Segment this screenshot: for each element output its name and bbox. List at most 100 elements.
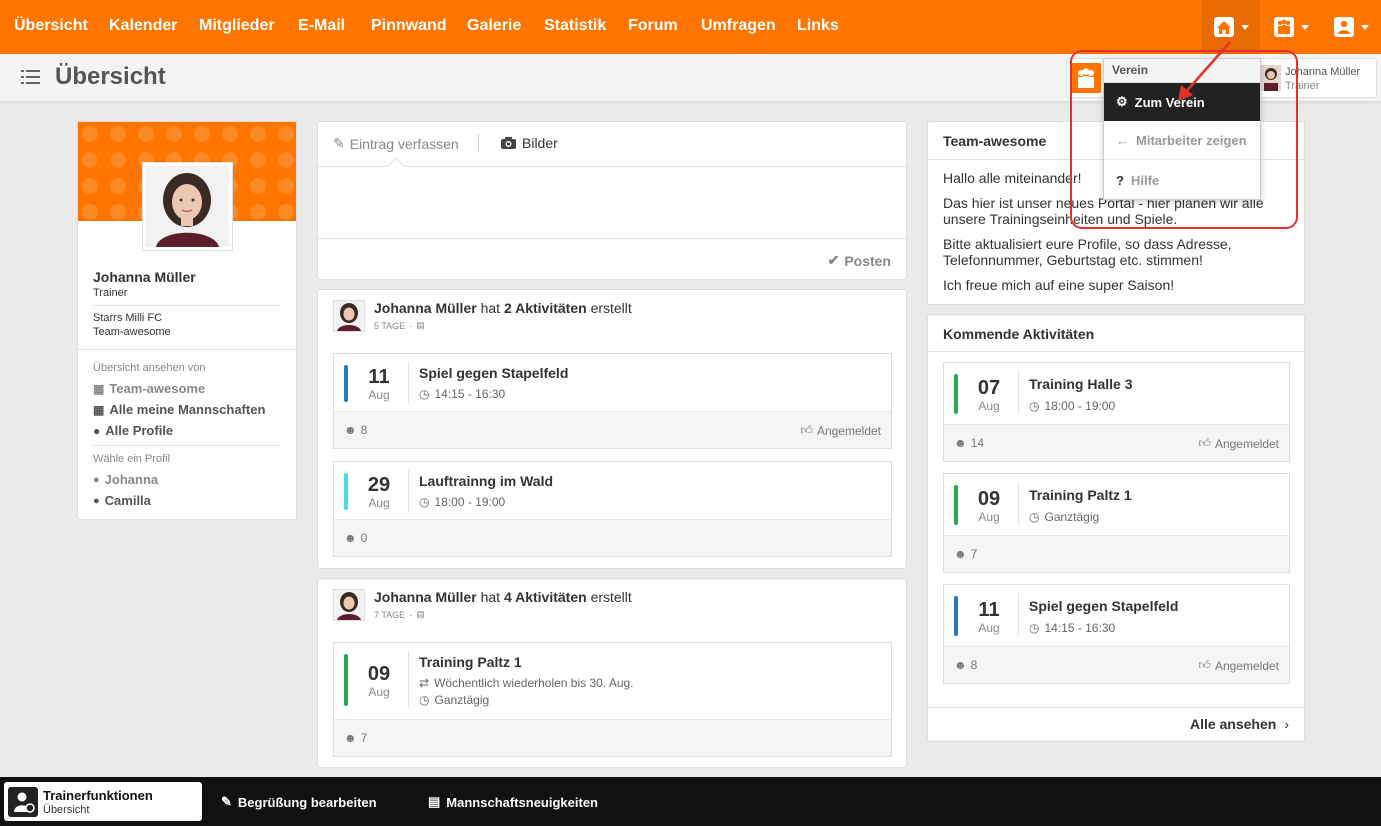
calendar-icon: ▤ bbox=[416, 609, 425, 619]
feed-author[interactable]: Johanna Müller bbox=[374, 589, 477, 605]
trainer-functions-button[interactable]: Trainerfunktionen Übersicht bbox=[4, 782, 202, 821]
activity-month: Aug bbox=[978, 510, 1000, 524]
profile-avatar[interactable] bbox=[142, 162, 233, 251]
see-all-link[interactable]: Alle ansehen › bbox=[1190, 716, 1289, 732]
profile-role: Trainer bbox=[93, 287, 128, 299]
activity-month: Aug bbox=[978, 399, 1000, 413]
divider bbox=[1018, 482, 1019, 524]
signup-status[interactable]: 👍︎ Angemeldet bbox=[1198, 436, 1279, 451]
activity-color-bar bbox=[344, 473, 348, 510]
profile-option-johanna[interactable]: ● Johanna bbox=[93, 472, 158, 487]
activity-month: Aug bbox=[368, 496, 390, 510]
activity-month: Aug bbox=[978, 621, 1000, 635]
view-link-team-awesome[interactable]: ▦ Team-awesome bbox=[93, 381, 205, 396]
nav-email[interactable]: E-Mail bbox=[298, 17, 345, 35]
profile-name: Johanna Müller bbox=[93, 269, 196, 285]
nav-galerie[interactable]: Galerie bbox=[467, 17, 521, 35]
clock-icon: ◷ bbox=[419, 387, 430, 401]
divider bbox=[408, 651, 409, 707]
activity-title: Lauftrainng im Wald bbox=[419, 473, 554, 489]
clock-icon: ◷ bbox=[1029, 510, 1040, 524]
users-icon: ● bbox=[93, 423, 101, 438]
divider bbox=[928, 351, 1304, 352]
user-icon: ● bbox=[93, 494, 100, 507]
view-link-all-teams[interactable]: ▦ Alle meine Mannschaften bbox=[93, 402, 265, 417]
nav-pinnwand[interactable]: Pinnwand bbox=[371, 17, 447, 35]
upcoming-title: Kommende Aktivitäten bbox=[943, 326, 1095, 342]
feed-author[interactable]: Johanna Müller bbox=[374, 300, 477, 316]
nav-mitglieder[interactable]: Mitglieder bbox=[199, 17, 275, 35]
check-icon: ✔ bbox=[827, 252, 840, 268]
repeat-icon: ⇄ bbox=[419, 676, 430, 690]
activity-time: ◷ 14:15 - 16:30 bbox=[1029, 621, 1116, 635]
activity-time: ◷ Ganztägig bbox=[1029, 510, 1100, 524]
nav-forum[interactable]: Forum bbox=[628, 17, 678, 35]
upcoming-activity[interactable]: 11 Aug Spiel gegen Stapelfeld ◷ 14:15 - 1… bbox=[943, 584, 1290, 684]
entry-textarea[interactable] bbox=[318, 167, 906, 238]
trainer-toolbar: Trainerfunktionen Übersicht ✎ Begrüßung … bbox=[0, 777, 1381, 826]
camera-icon bbox=[501, 137, 516, 149]
team-icon bbox=[1274, 17, 1294, 37]
thumbs-up-icon: 👍︎ bbox=[1198, 436, 1211, 450]
annotation-arrow-icon bbox=[1178, 41, 1231, 101]
avatar bbox=[333, 300, 365, 332]
activity-month: Aug bbox=[368, 685, 390, 699]
post-composer: ✎ Eintrag verfassen Bilder ✔ Posten bbox=[317, 121, 907, 280]
thumbs-up-icon: 👍︎ bbox=[800, 423, 813, 437]
activity-footer: ☻ 7 bbox=[334, 719, 891, 756]
activity-day: 09 bbox=[977, 488, 1001, 510]
profile-option-camilla[interactable]: ● Camilla bbox=[93, 493, 151, 508]
activity-time: ◷ 18:00 - 19:00 bbox=[1029, 399, 1116, 413]
tab-write-entry[interactable]: ✎ Eintrag verfassen bbox=[333, 135, 459, 152]
post-button[interactable]: ✔ Posten bbox=[828, 252, 891, 269]
participants-count: ☻ 7 bbox=[344, 731, 368, 745]
team-news-button[interactable]: ▤ Mannschaftsneuigkeiten bbox=[428, 794, 598, 810]
activity-card[interactable]: 09 Aug Training Paltz 1 ⇄ Wöchentlich wie… bbox=[333, 642, 892, 757]
activity-footer: ☻ 0 bbox=[334, 519, 891, 556]
team-card-title: Team-awesome bbox=[943, 133, 1047, 149]
profile-card: Johanna Müller Trainer Starrs Milli FC T… bbox=[77, 121, 297, 520]
profile-club: Starrs Milli FC bbox=[93, 312, 163, 324]
clock-icon: ◷ bbox=[1029, 399, 1040, 413]
activity-card[interactable]: 29 Aug Lauftrainng im Wald ◷ 18:00 - 19:0… bbox=[333, 461, 892, 557]
upcoming-activity[interactable]: 09 Aug Training Paltz 1 ◷ Ganztägig ☻ 7 bbox=[943, 473, 1290, 573]
feed-item: Johanna Müller hat 4 Aktivitäten erstell… bbox=[317, 578, 907, 768]
clock-icon: ◷ bbox=[419, 693, 430, 707]
signup-status[interactable]: 👍︎ Angemeldet bbox=[800, 423, 881, 438]
divider bbox=[93, 445, 281, 446]
user-menu-button[interactable] bbox=[1322, 0, 1380, 54]
users-icon: ☻ bbox=[954, 658, 967, 672]
divider bbox=[78, 349, 296, 350]
tab-separator bbox=[478, 134, 479, 152]
nav-kalender[interactable]: Kalender bbox=[109, 17, 177, 35]
divider bbox=[1018, 593, 1019, 635]
team-menu-button[interactable] bbox=[1262, 0, 1320, 54]
nav-links[interactable]: Links bbox=[797, 17, 839, 35]
divider bbox=[408, 362, 409, 404]
participants-count: ☻ 8 bbox=[954, 658, 978, 672]
activity-card[interactable]: 11 Aug Spiel gegen Stapelfeld ◷ 14:15 - 1… bbox=[333, 353, 892, 449]
view-link-all-profiles[interactable]: ● Alle Profile bbox=[93, 423, 173, 438]
user-icon: ● bbox=[93, 473, 100, 486]
tab-images[interactable]: Bilder bbox=[501, 135, 558, 151]
activity-time: ◷ 18:00 - 19:00 bbox=[419, 495, 506, 509]
activity-color-bar bbox=[954, 374, 958, 414]
user-icon bbox=[1334, 17, 1354, 37]
upcoming-activity[interactable]: 07 Aug Training Halle 3 ◷ 18:00 - 19:00 ☻… bbox=[943, 362, 1290, 462]
activity-title: Spiel gegen Stapelfeld bbox=[1029, 598, 1179, 614]
nav-umfragen[interactable]: Umfragen bbox=[701, 17, 776, 35]
clock-icon: ◷ bbox=[1029, 621, 1040, 635]
feed-headline: Johanna Müller hat 4 Aktivitäten erstell… bbox=[374, 589, 632, 605]
activity-day: 11 bbox=[368, 366, 390, 388]
nav-uebersicht[interactable]: Übersicht bbox=[14, 17, 88, 35]
participants-count: ☻ 7 bbox=[954, 547, 978, 561]
edit-greeting-button[interactable]: ✎ Begrüßung bearbeiten bbox=[221, 794, 377, 810]
nav-statistik[interactable]: Statistik bbox=[544, 17, 606, 35]
chevron-right-icon: › bbox=[1284, 716, 1289, 732]
thumbs-up-icon: 👍︎ bbox=[1198, 658, 1211, 672]
clock-icon: ◷ bbox=[419, 495, 430, 509]
users-icon: ☻ bbox=[954, 436, 967, 450]
signup-status[interactable]: 👍︎ Angemeldet bbox=[1198, 658, 1279, 673]
list-icon[interactable] bbox=[21, 69, 41, 85]
calendar-icon: ▤ bbox=[416, 320, 425, 330]
